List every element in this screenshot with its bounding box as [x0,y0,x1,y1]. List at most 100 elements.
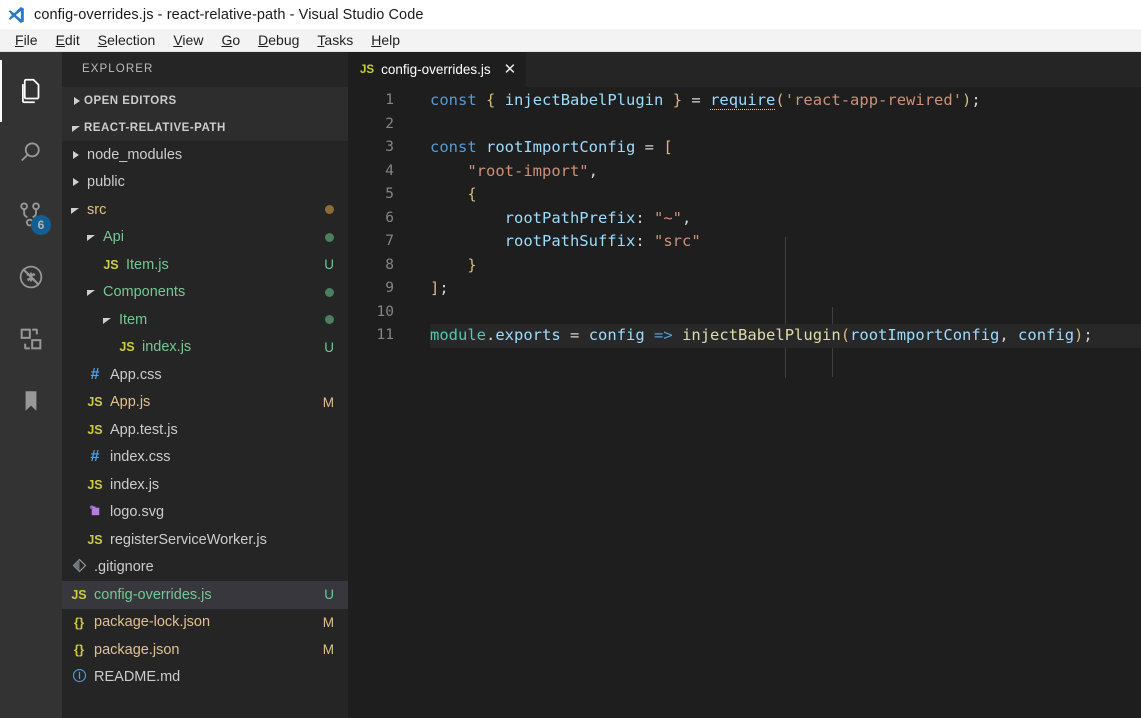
git-file-icon [72,558,87,576]
js-file-icon: JS [87,395,103,410]
tree-folder[interactable]: Item [62,306,348,334]
code-text: "root-import", [467,161,598,180]
line-number: 4 [385,162,394,179]
json-file-icon: {} [73,614,85,630]
tree-item-label: index.js [110,476,160,493]
tree-item-label: .gitignore [94,559,154,576]
close-icon[interactable]: ✕ [504,62,517,77]
line-number: 3 [385,139,394,155]
tree-file[interactable]: JS index.js [62,471,348,499]
code-line: 3 const rootImportConfig = [ [348,136,1141,160]
json-file-icon: {} [73,642,85,658]
code-line: 1 const { injectBabelPlugin } = require('… [348,89,1141,113]
title-bar: config-overrides.js - react-relative-pat… [0,0,1141,29]
extensions-icon [17,325,45,353]
menu-tasks[interactable]: Tasks [308,29,362,52]
activity-bookmarks[interactable] [0,370,62,432]
git-status-badge: U [324,587,334,603]
code-line: 11 module.exports = config => injectBabel… [348,324,1141,348]
code-line: 5 { [348,183,1141,207]
code-line: 2 [348,113,1141,137]
tree-item-label: Components [103,284,186,301]
tree-item-label: index.css [110,449,171,466]
folder-status-dot [325,205,334,215]
menu-help[interactable]: Help [362,29,409,52]
editor-area: JS config-overrides.js ✕ 1 const { injectBa… [348,52,1141,718]
file-tree: OPEN EDITORS REACT-RELATIVE-PATH node_modu… [62,87,348,718]
line-number: 7 [385,233,394,249]
vscode-window: config-overrides.js - react-relative-pat… [0,0,1141,718]
code-line: 8 } [348,254,1141,278]
bookmark-icon [18,388,44,414]
line-number: 2 [385,115,394,132]
code-text: } [467,255,477,274]
menu-debug[interactable]: Debug [249,29,308,52]
tree-file[interactable]: JS index.js U [62,334,348,362]
tree-file[interactable]: JS App.js M [62,389,348,417]
folder-status-dot [325,315,334,325]
menu-file[interactable]: File [6,29,47,52]
section-header-label: REACT-RELATIVE-PATH [84,121,226,134]
code-text: ]; [430,279,449,297]
code-line: 7 rootPathSuffix: "src" [348,230,1141,254]
tree-file[interactable]: README.md [62,664,348,692]
tree-file[interactable]: {} package-lock.json M [62,609,348,637]
menu-edit[interactable]: Edit [47,29,89,52]
tree-folder[interactable]: node_modules [62,141,348,169]
tree-item-label: Api [103,229,124,246]
tree-item-label: package-lock.json [94,614,211,631]
tree-folder[interactable]: src [62,196,348,224]
activity-debug[interactable] [0,246,62,308]
line-number: 8 [385,256,394,273]
tree-item-label: registerServiceWorker.js [110,531,267,548]
activity-search[interactable] [0,122,62,184]
editor-tab-bar: JS config-overrides.js ✕ [348,52,1141,87]
chevron-right-icon [68,177,81,187]
tree-file[interactable]: logo.svg [62,499,348,527]
tree-file[interactable]: JS registerServiceWorker.js [62,526,348,554]
tree-folder[interactable]: public [62,169,348,197]
chevron-down-icon [84,287,97,297]
tree-item-label: index.js [142,339,192,356]
markdown-file-icon [72,668,87,686]
activity-bar: 6 [0,52,62,718]
css-file-icon: # [90,448,100,466]
code-text: module.exports = config => injectBabelPl… [430,326,1093,344]
menu-go[interactable]: Go [212,29,249,52]
menu-view[interactable]: View [164,29,212,52]
line-number: 6 [385,209,394,226]
editor-content[interactable]: 1 const { injectBabelPlugin } = require('… [348,87,1141,718]
js-file-icon: JS [87,477,103,492]
chevron-down-icon [68,205,81,215]
code-text: { [467,185,477,203]
window-title: config-overrides.js - react-relative-pat… [34,6,424,23]
tree-file[interactable]: # index.css [62,444,348,472]
code-line: 10 [348,301,1141,325]
explorer-sidebar: EXPLORER OPEN EDITORS REACT-RELATIVE-PATH… [62,52,348,718]
vscode-logo-icon [8,6,24,23]
activity-explorer[interactable] [0,60,62,122]
tree-folder[interactable]: Components [62,279,348,307]
code-line: 6 rootPathPrefix: "~", [348,207,1141,231]
tree-item-label: Item.js [126,256,169,273]
section-header-open-editors[interactable]: OPEN EDITORS [62,87,348,114]
tree-file[interactable]: JS config-overrides.js U [62,581,348,609]
editor-tab[interactable]: JS config-overrides.js ✕ [348,52,527,87]
menu-selection[interactable]: Selection [89,29,165,52]
js-file-icon: JS [71,587,87,602]
tree-file[interactable]: JS App.test.js [62,416,348,444]
tree-item-label: config-overrides.js [94,586,212,603]
section-header-react-relative-path[interactable]: REACT-RELATIVE-PATH [62,114,348,141]
tree-item-label: public [87,174,125,191]
tree-folder[interactable]: Api [62,224,348,252]
tree-file[interactable]: {} package.json M [62,636,348,664]
activity-extensions[interactable] [0,308,62,370]
tree-file[interactable]: JS Item.js U [62,251,348,279]
workbench-body: 6 EXPLORER OPEN EDITORS REACT-RELATIVE-PA… [0,52,1141,718]
code-text: rootPathSuffix: "src" [504,232,701,250]
git-status-badge: M [322,394,334,410]
line-number: 1 [385,92,394,108]
tree-file[interactable]: .gitignore [62,554,348,582]
tree-file[interactable]: # App.css [62,361,348,389]
activity-source-control[interactable]: 6 [0,184,62,246]
